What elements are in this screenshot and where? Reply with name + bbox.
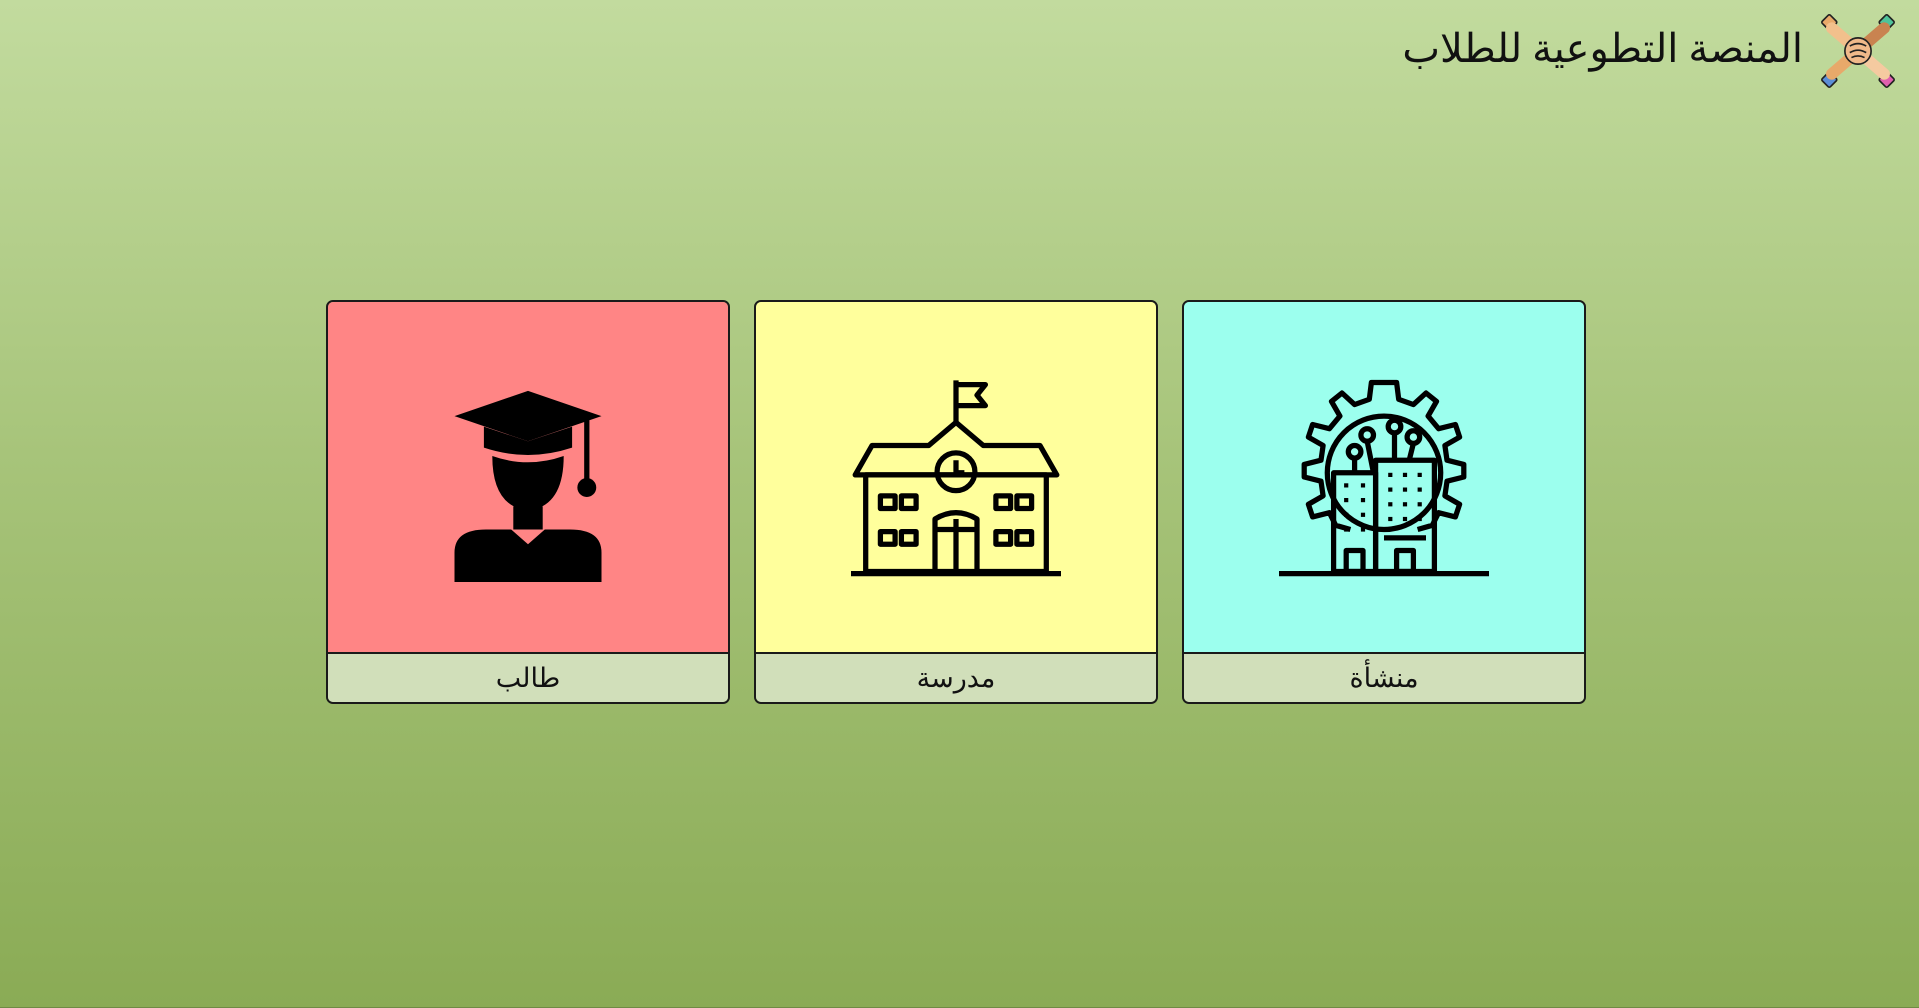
header: المنصة التطوعية للطلاب (1402, 10, 1899, 92)
school-building-icon (851, 380, 1061, 577)
gear-building-icon (1279, 379, 1489, 577)
facility-card-label: منشأة (1184, 654, 1584, 702)
facility-card[interactable]: منشأة (1182, 300, 1586, 704)
school-card-art (756, 302, 1156, 654)
site-title: المنصة التطوعية للطلاب (1402, 26, 1803, 71)
school-card[interactable]: مدرسة (754, 300, 1158, 704)
role-cards: طالب مدرسة منشأة (326, 300, 1586, 704)
facility-card-art (1184, 302, 1584, 654)
student-card-art (328, 302, 728, 654)
student-card[interactable]: طالب (326, 300, 730, 704)
graduate-student-icon (454, 390, 602, 582)
hands-together-logo-icon[interactable] (1817, 10, 1899, 92)
student-card-label: طالب (328, 654, 728, 702)
school-card-label: مدرسة (756, 654, 1156, 702)
